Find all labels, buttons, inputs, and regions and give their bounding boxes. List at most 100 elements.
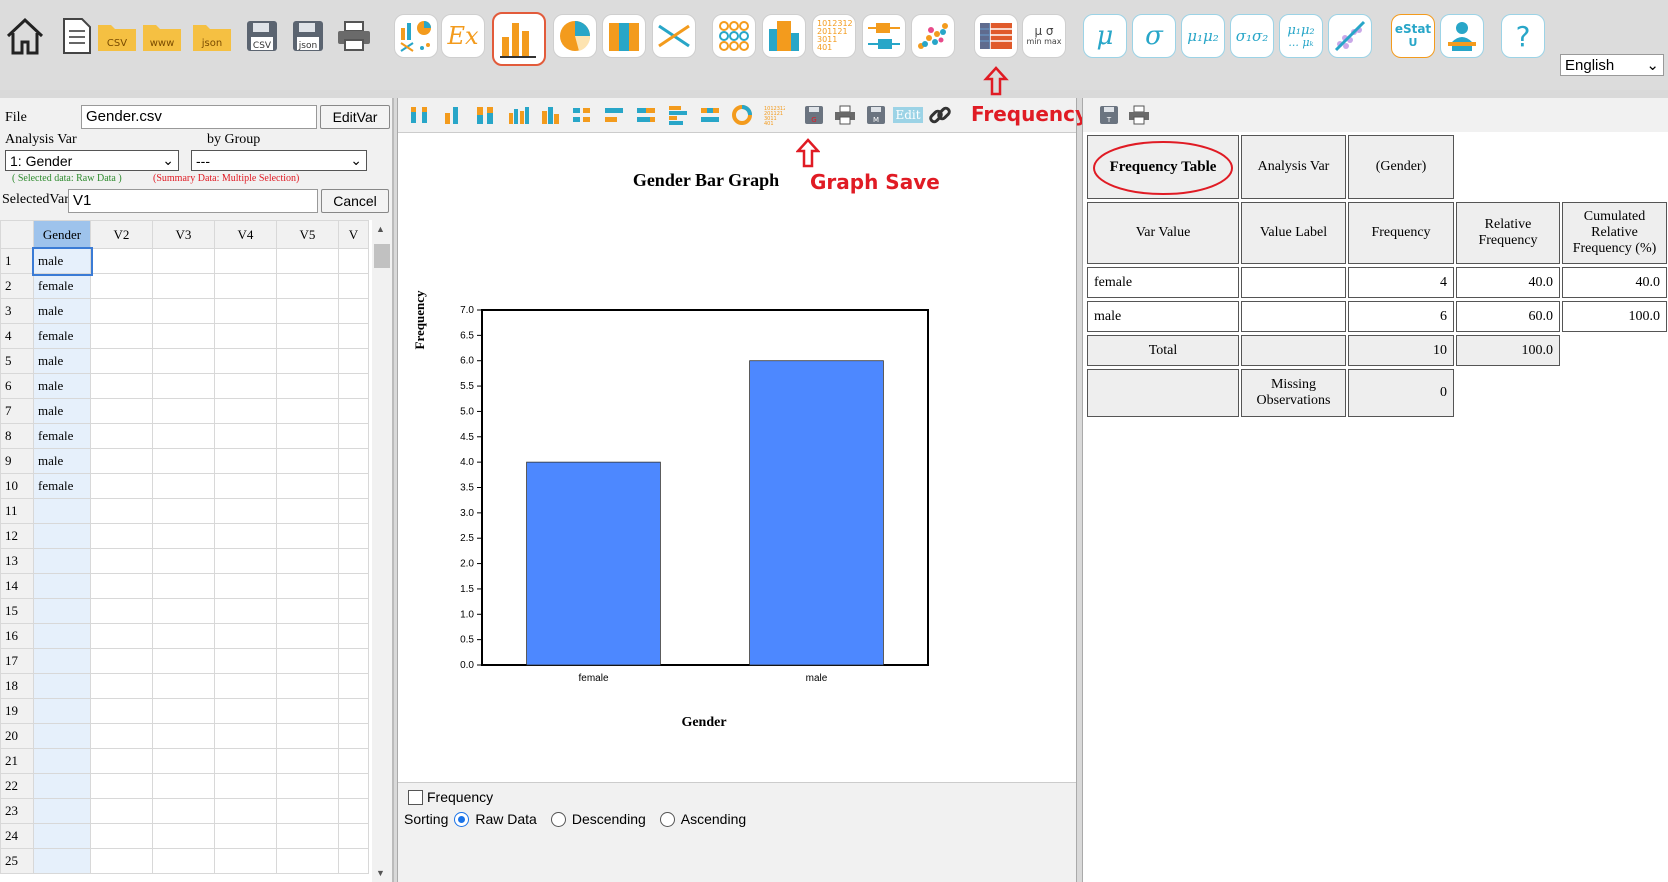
help-icon[interactable]: ?: [1501, 14, 1545, 58]
cell-gender[interactable]: male: [33, 298, 91, 324]
cell-empty[interactable]: [152, 823, 215, 849]
editvar-button[interactable]: EditVar: [320, 105, 390, 129]
two-means-test-icon[interactable]: μ₁μ₂: [1181, 14, 1225, 58]
cell-empty[interactable]: [276, 423, 339, 449]
cell-empty[interactable]: [276, 598, 339, 624]
cell-gender[interactable]: [33, 598, 91, 624]
cell-empty[interactable]: [214, 748, 277, 774]
open-www-folder-icon[interactable]: www: [140, 14, 184, 58]
cell-empty[interactable]: [276, 673, 339, 699]
cell-gender[interactable]: female: [33, 323, 91, 349]
scroll-down-icon[interactable]: ▼: [376, 868, 385, 878]
by-group-select[interactable]: --- ⌄: [191, 150, 367, 171]
cell-empty[interactable]: [338, 373, 369, 399]
cell-empty[interactable]: [276, 323, 339, 349]
cell-empty[interactable]: [276, 748, 339, 774]
cell-empty[interactable]: [338, 573, 369, 599]
scroll-up-icon[interactable]: ▲: [376, 224, 385, 234]
cell-gender[interactable]: [33, 523, 91, 549]
cell-empty[interactable]: [214, 548, 277, 574]
cancel-button[interactable]: Cancel: [321, 189, 389, 213]
cell-gender[interactable]: male: [31, 246, 93, 276]
cell-empty[interactable]: [214, 848, 277, 874]
cell-gender[interactable]: [33, 773, 91, 799]
cell-empty[interactable]: [276, 348, 339, 374]
cell-gender[interactable]: [33, 698, 91, 724]
cell-empty[interactable]: [276, 498, 339, 524]
cell-empty[interactable]: [152, 448, 215, 474]
regression-icon[interactable]: [1328, 14, 1372, 58]
cell-empty[interactable]: [338, 523, 369, 549]
horizontal-stacked-icon[interactable]: [634, 103, 658, 127]
cell-empty[interactable]: [90, 448, 153, 474]
cell-gender[interactable]: male: [33, 448, 91, 474]
cell-empty[interactable]: [276, 248, 339, 274]
cell-empty[interactable]: [90, 673, 153, 699]
graph-print-icon[interactable]: [833, 103, 857, 127]
analysis-var-select[interactable]: 1: Gender ⌄: [5, 150, 179, 171]
horizontal-ratio-icon[interactable]: [698, 103, 722, 127]
cell-empty[interactable]: [90, 248, 153, 274]
two-variances-icon[interactable]: σ₁σ₂: [1230, 14, 1274, 58]
table-save-icon[interactable]: T: [1097, 103, 1121, 127]
file-name-field[interactable]: Gender.csv: [81, 105, 317, 129]
cell-empty[interactable]: [338, 323, 369, 349]
cell-empty[interactable]: [214, 698, 277, 724]
cell-gender[interactable]: [33, 823, 91, 849]
cell-empty[interactable]: [338, 748, 369, 774]
cell-empty[interactable]: [338, 248, 369, 274]
cell-empty[interactable]: [338, 698, 369, 724]
cell-empty[interactable]: [90, 723, 153, 749]
cell-empty[interactable]: [90, 648, 153, 674]
cell-gender[interactable]: male: [33, 373, 91, 399]
cell-empty[interactable]: [338, 598, 369, 624]
cell-empty[interactable]: [214, 323, 277, 349]
cell-empty[interactable]: [214, 623, 277, 649]
cell-empty[interactable]: [90, 798, 153, 824]
cell-empty[interactable]: [152, 323, 215, 349]
cell-empty[interactable]: [90, 748, 153, 774]
cell-empty[interactable]: [90, 498, 153, 524]
separated-bar-icon[interactable]: [408, 103, 432, 127]
cell-gender[interactable]: [33, 573, 91, 599]
data-sheet[interactable]: Gender V2 V3 V4 V5 V 1 male 2 female 3 male 4 f…: [0, 220, 372, 882]
cell-empty[interactable]: [214, 723, 277, 749]
cell-empty[interactable]: [276, 373, 339, 399]
cell-empty[interactable]: [214, 248, 277, 274]
sort-raw-radio[interactable]: [454, 811, 470, 827]
cell-empty[interactable]: [338, 498, 369, 524]
line-graph-icon[interactable]: [652, 14, 696, 58]
sigma-test-icon[interactable]: σ: [1132, 14, 1176, 58]
basic-stats-icon[interactable]: μ σ min max: [1022, 14, 1066, 58]
cell-empty[interactable]: [214, 423, 277, 449]
cell-empty[interactable]: [276, 298, 339, 324]
ratio-bar-icon[interactable]: [506, 103, 530, 127]
cell-empty[interactable]: [276, 848, 339, 874]
cell-empty[interactable]: [152, 673, 215, 699]
cell-empty[interactable]: [338, 673, 369, 699]
anova-icon[interactable]: μ₁μ₂ ... μₖ: [1279, 14, 1323, 58]
donut-icon[interactable]: [730, 103, 754, 127]
cell-empty[interactable]: [276, 273, 339, 299]
cell-empty[interactable]: [214, 648, 277, 674]
box-plot-icon[interactable]: [862, 14, 906, 58]
pie-chart-icon[interactable]: [553, 14, 597, 58]
cell-empty[interactable]: [90, 423, 153, 449]
cell-empty[interactable]: [214, 273, 277, 299]
cell-empty[interactable]: [152, 248, 215, 274]
cell-empty[interactable]: [214, 348, 277, 374]
cell-empty[interactable]: [152, 523, 215, 549]
cell-gender[interactable]: [33, 648, 91, 674]
column-header-v3[interactable]: V3: [152, 220, 215, 249]
eda-icon[interactable]: [394, 14, 438, 58]
cell-empty[interactable]: [90, 273, 153, 299]
cell-empty[interactable]: [214, 298, 277, 324]
open-json-folder-icon[interactable]: json: [190, 14, 234, 58]
cell-empty[interactable]: [338, 423, 369, 449]
cell-empty[interactable]: [276, 698, 339, 724]
cell-empty[interactable]: [214, 398, 277, 424]
cell-empty[interactable]: [276, 398, 339, 424]
link-icon[interactable]: [928, 103, 952, 127]
cell-empty[interactable]: [338, 298, 369, 324]
cell-gender[interactable]: [33, 723, 91, 749]
